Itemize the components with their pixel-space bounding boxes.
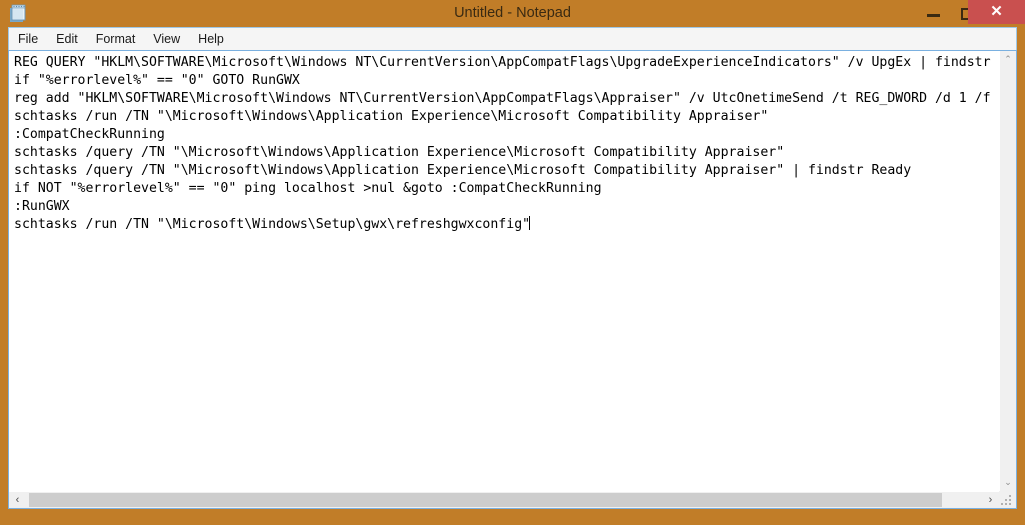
editor-line: reg add "HKLM\SOFTWARE\Microsoft\Windows… — [14, 91, 991, 106]
scroll-down-arrow-icon[interactable]: ⌄ — [1000, 474, 1016, 491]
minimize-button[interactable] — [918, 0, 948, 24]
grip-dot — [1009, 499, 1011, 501]
menu-item-file[interactable]: File — [9, 28, 47, 51]
horizontal-scroll-thumb[interactable] — [29, 493, 942, 507]
editor-line: schtasks /query /TN "\Microsoft\Windows\… — [14, 145, 785, 160]
horizontal-scrollbar[interactable]: ‹ › — [9, 491, 999, 508]
editor-line: :CompatCheckRunning — [14, 127, 165, 142]
grip-dot — [1009, 495, 1011, 497]
window-title: Untitled - Notepad — [454, 5, 571, 21]
title-bar[interactable]: Untitled - Notepad ✕ — [0, 0, 1025, 27]
editor-line: schtasks /query /TN "\Microsoft\Windows\… — [14, 163, 912, 178]
close-icon: ✕ — [990, 3, 1003, 20]
grip-dot — [1005, 503, 1007, 505]
editor-line: schtasks /run /TN "\Microsoft\Windows\Ap… — [14, 109, 769, 124]
minimize-icon — [927, 14, 940, 17]
editor-line: if "%errorlevel%" == "0" GOTO RunGWX — [14, 73, 300, 88]
close-button[interactable]: ✕ — [968, 0, 1025, 24]
scroll-left-arrow-icon[interactable]: ‹ — [9, 492, 26, 508]
grip-dot — [1001, 503, 1003, 505]
grip-dot — [1005, 499, 1007, 501]
notepad-window: Untitled - Notepad ✕ File Edit Format Vi… — [0, 0, 1025, 525]
text-edit-area[interactable]: REG QUERY "HKLM\SOFTWARE\Microsoft\Windo… — [9, 51, 999, 491]
menu-item-edit[interactable]: Edit — [47, 28, 87, 51]
editor-line: :RunGWX — [14, 199, 70, 214]
text-caret — [529, 216, 531, 230]
scroll-up-arrow-icon[interactable]: ⌃ — [1000, 51, 1016, 68]
editor-line: REG QUERY "HKLM\SOFTWARE\Microsoft\Windo… — [14, 55, 991, 70]
menu-item-view[interactable]: View — [144, 28, 189, 51]
editor-line: if NOT "%errorlevel%" == "0" ping localh… — [14, 181, 602, 196]
menu-item-format[interactable]: Format — [87, 28, 145, 51]
resize-grip[interactable] — [999, 491, 1016, 508]
grip-dot — [1009, 503, 1011, 505]
vertical-scrollbar[interactable]: ⌃ ⌄ — [999, 51, 1016, 491]
editor-client-area: REG QUERY "HKLM\SOFTWARE\Microsoft\Windo… — [8, 50, 1017, 509]
scroll-right-arrow-icon[interactable]: › — [982, 492, 999, 508]
menu-bar: File Edit Format View Help — [8, 27, 1017, 50]
editor-line: schtasks /run /TN "\Microsoft\Windows\Se… — [14, 217, 531, 232]
editor-text: REG QUERY "HKLM\SOFTWARE\Microsoft\Windo… — [14, 54, 991, 234]
menu-item-help[interactable]: Help — [189, 28, 233, 51]
